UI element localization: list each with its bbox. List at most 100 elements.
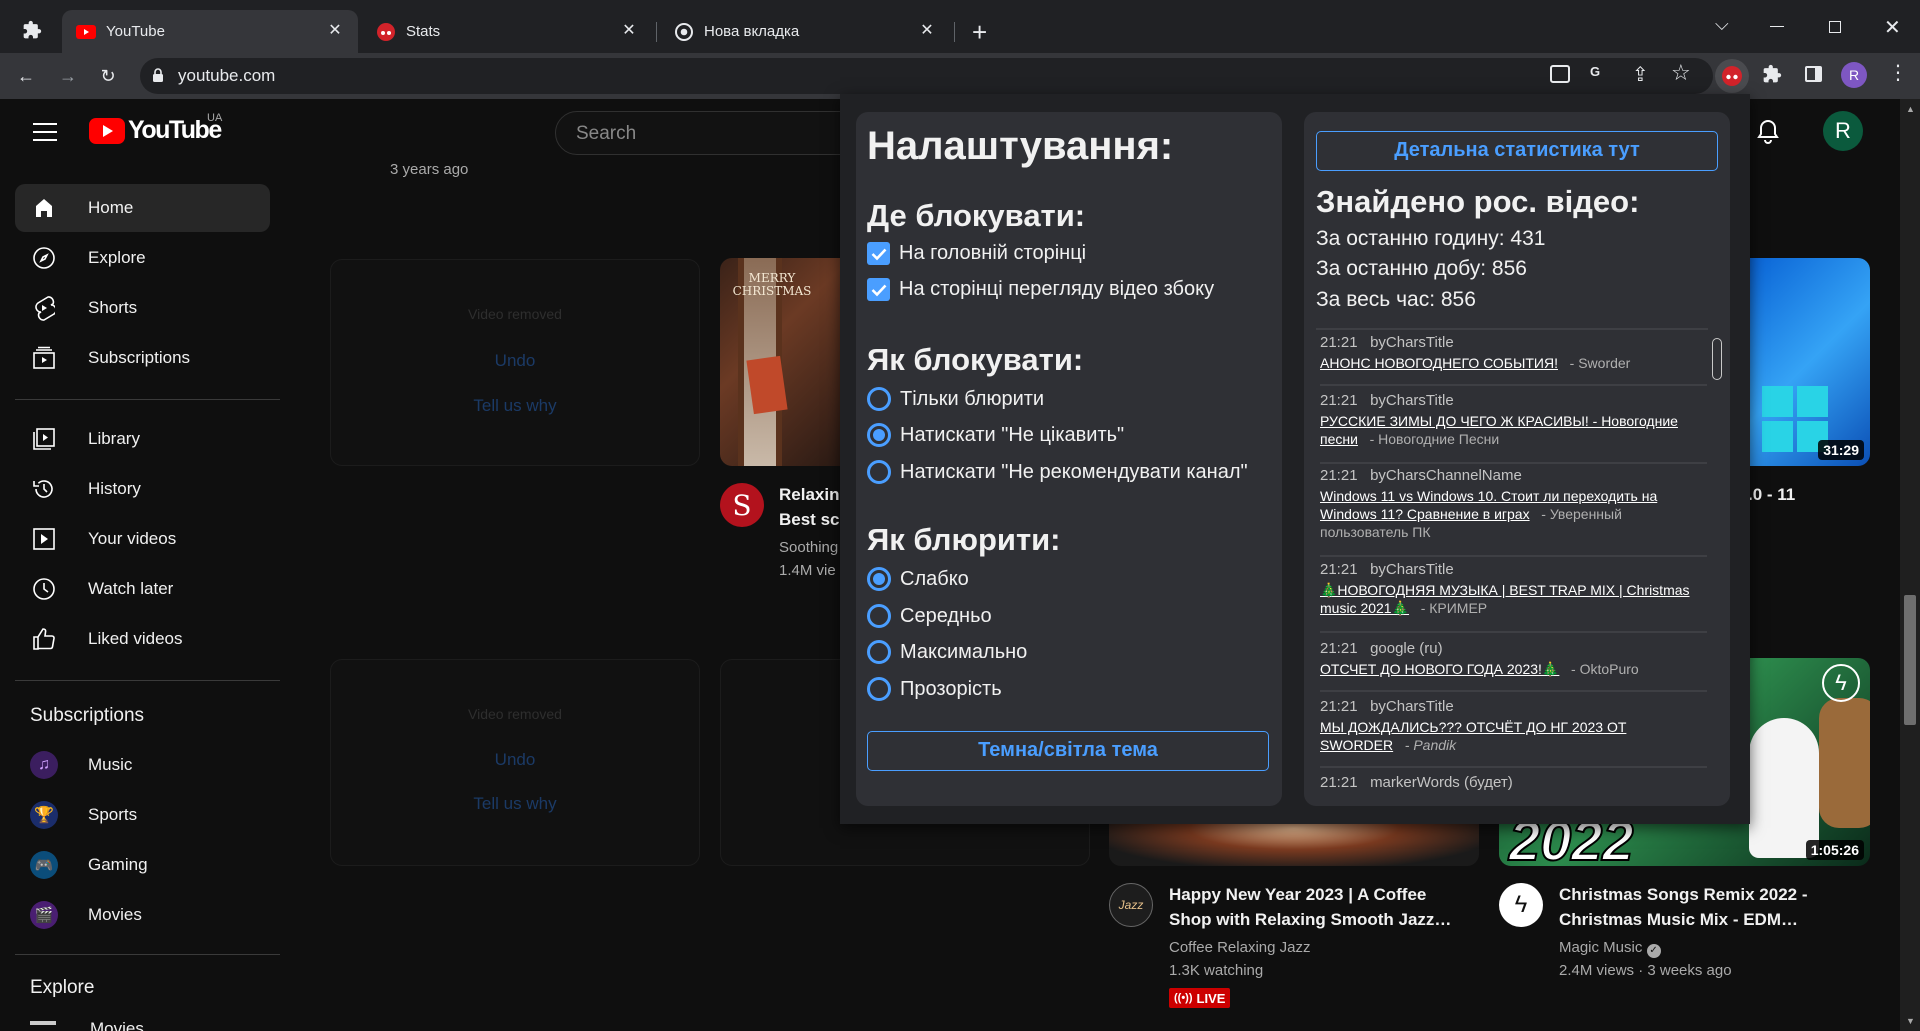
channel-avatar[interactable]: Jazz	[1109, 883, 1153, 927]
share-icon[interactable]: ⇪	[1632, 62, 1649, 87]
tab-search-chevron-icon[interactable]: ⌵	[1715, 14, 1729, 35]
search-input[interactable]: Search	[555, 111, 855, 155]
sidebar-item-label: Movies	[88, 905, 142, 924]
sidebar-item-shorts[interactable]: Shorts	[15, 284, 270, 332]
lock-icon[interactable]	[152, 68, 164, 88]
sports-channel-avatar: 🏆	[30, 801, 58, 829]
sidebar-item-label: Your videos	[88, 529, 177, 548]
extension-button[interactable]	[1715, 59, 1749, 93]
stats-list-scrollbar-thumb[interactable]	[1712, 338, 1722, 380]
radio-selected-icon	[867, 423, 891, 447]
sidebar-item-your-videos[interactable]: Your videos	[15, 515, 270, 563]
sidebar-item-movies[interactable]: 🎬 Movies	[15, 891, 270, 939]
video-thumbnail[interactable]: 31:29	[1750, 258, 1870, 466]
tab-stats[interactable]: Stats ✕	[362, 10, 652, 53]
new-tab-plus-icon[interactable]: +	[972, 17, 987, 48]
forward-arrow-icon[interactable]: →	[52, 60, 84, 92]
sidebar-item-music[interactable]: ♫ Music	[15, 741, 270, 789]
close-window-icon[interactable]: ✕	[1884, 15, 1901, 40]
side-panel-icon[interactable]	[1805, 66, 1822, 82]
stat-last-hour: За останню годину: 431	[1316, 227, 1546, 250]
sidebar-item-sports[interactable]: 🏆 Sports	[15, 791, 270, 839]
reload-icon[interactable]: ↻	[92, 60, 124, 92]
block-mode-dont-recommend-channel-radio[interactable]: Натискати "Не рекомендувати канал"	[867, 460, 1248, 484]
tab-separator	[656, 22, 657, 42]
video-thumbnail[interactable]: MERRY CHRISTMAS	[720, 258, 840, 466]
close-tab-icon[interactable]: ✕	[326, 22, 344, 40]
chrome-menu-icon[interactable]: ⋮	[1888, 60, 1908, 85]
profile-avatar[interactable]: R	[1841, 62, 1867, 88]
entry-video-link[interactable]: ОТСЧЕТ ДО НОВОГО ГОДА 2023!🎄	[1320, 661, 1559, 677]
blur-maximum-radio[interactable]: Максимально	[867, 640, 1027, 664]
stat-last-day: За останню добу: 856	[1316, 257, 1527, 280]
block-on-watch-sidebar-checkbox[interactable]: На сторінці перегляду відео збоку	[867, 278, 1214, 301]
undo-link[interactable]: Undo	[331, 750, 699, 770]
video-title[interactable]: .0 - 11	[1748, 482, 1795, 507]
address-url[interactable]: youtube.com	[178, 66, 275, 86]
extension-popup: Налаштування: Де блокувати: На головній …	[840, 94, 1750, 824]
blur-medium-radio[interactable]: Середньо	[867, 604, 992, 628]
undo-link[interactable]: Undo	[331, 351, 699, 371]
entry-time: 21:21	[1320, 698, 1358, 715]
bookmark-star-icon[interactable]: ☆	[1671, 60, 1691, 86]
scroll-down-arrow-icon[interactable]: ▼	[1906, 1016, 1915, 1026]
sidebar-item-movies-explore[interactable]: Movies	[30, 1017, 280, 1031]
block-mode-not-interested-radio[interactable]: Натискати "Не цікавить"	[867, 423, 1124, 447]
scroll-up-arrow-icon[interactable]: ▲	[1906, 104, 1915, 114]
channel-name[interactable]: Coffee Relaxing Jazz	[1169, 936, 1310, 959]
sidebar-item-explore[interactable]: Explore	[15, 234, 270, 282]
video-thumbnail[interactable]	[1109, 819, 1479, 866]
video-title[interactable]: Relaxin Best sc	[779, 482, 839, 532]
youtube-logo[interactable]: YouTube UA	[89, 112, 222, 145]
extensions-puzzle-icon[interactable]	[22, 20, 44, 42]
back-arrow-icon[interactable]: ←	[10, 60, 42, 92]
close-tab-icon[interactable]: ✕	[918, 22, 936, 40]
minimize-icon[interactable]	[1770, 26, 1784, 27]
blur-weak-radio[interactable]: Слабко	[867, 567, 969, 591]
tell-us-why-link[interactable]: Tell us why	[331, 396, 699, 416]
theme-toggle-button[interactable]: Темна/світла тема	[867, 731, 1269, 771]
account-avatar[interactable]: R	[1823, 111, 1863, 151]
block-mode-blur-only-radio[interactable]: Тільки блюрити	[867, 387, 1044, 411]
notifications-bell-icon[interactable]	[1756, 119, 1780, 150]
history-icon	[30, 475, 58, 503]
blur-transparency-radio[interactable]: Прозорість	[867, 677, 1002, 701]
install-app-icon[interactable]	[1550, 65, 1570, 83]
entry-video-link[interactable]: 🎄НОВОГОДНЯЯ МУЗЫКА | BEST TRAP MIX | Chr…	[1320, 582, 1690, 616]
close-tab-icon[interactable]: ✕	[620, 22, 638, 40]
sidebar-item-home[interactable]: Home	[15, 184, 270, 232]
channel-avatar[interactable]: S	[720, 483, 764, 527]
sidebar-item-label: Music	[88, 755, 133, 774]
sidebar-item-gaming[interactable]: 🎮 Gaming	[15, 841, 270, 889]
sidebar-item-liked-videos[interactable]: Liked videos	[15, 615, 270, 663]
detailed-stats-button[interactable]: Детальна статистика тут	[1316, 131, 1718, 171]
radio-unselected-icon	[867, 387, 891, 411]
restore-icon[interactable]	[1829, 21, 1841, 33]
block-on-homepage-checkbox[interactable]: На головній сторінці	[867, 242, 1086, 265]
sidebar-item-subscriptions[interactable]: Subscriptions	[15, 334, 270, 382]
translate-icon[interactable]: G	[1590, 64, 1610, 84]
video-title[interactable]: Christmas Songs Remix 2022 - Christmas M…	[1559, 882, 1869, 932]
channel-avatar[interactable]: ϟ	[1499, 883, 1543, 927]
channel-name[interactable]: Magic Music	[1559, 939, 1642, 956]
entry-video-link[interactable]: МЫ ДОЖДАЛИСЬ??? ОТСЧЁТ ДО НГ 2023 ОТ SWO…	[1320, 719, 1626, 753]
sidebar-item-history[interactable]: History	[15, 465, 270, 513]
video-title[interactable]: Happy New Year 2023 | A Coffee Shop with…	[1169, 882, 1469, 932]
sidebar-item-label: History	[88, 479, 141, 498]
hamburger-menu-icon[interactable]	[33, 123, 57, 141]
page-scrollbar-thumb[interactable]	[1904, 595, 1916, 725]
channel-name[interactable]: Soothing	[779, 536, 839, 559]
tab-youtube[interactable]: YouTube ✕	[62, 10, 358, 53]
extensions-puzzle-icon[interactable]	[1762, 64, 1782, 89]
tab-new-tab[interactable]: Нова вкладка ✕	[660, 10, 950, 53]
option-label: Тільки блюрити	[900, 387, 1045, 410]
sidebar-item-watch-later[interactable]: Watch later	[15, 565, 270, 613]
entry-time: 21:21	[1320, 334, 1358, 351]
sidebar-item-library[interactable]: Library	[15, 415, 270, 463]
page-scrollbar-track[interactable]	[1900, 99, 1920, 1031]
video-title-line: Shop with Relaxing Smooth Jazz…	[1169, 910, 1452, 929]
entry-video-link[interactable]: АНОНС НОВОГОДНЕГО СОБЫТИЯ!	[1320, 355, 1558, 371]
tell-us-why-link[interactable]: Tell us why	[331, 794, 699, 814]
entry-marker: google (ru)	[1370, 640, 1443, 657]
address-bar[interactable]	[140, 58, 1713, 94]
